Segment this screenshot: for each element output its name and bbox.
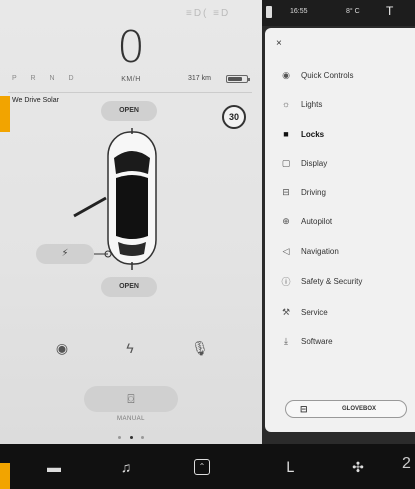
wiper-icon: ⌼ bbox=[127, 392, 135, 406]
menu-item-quick-controls[interactable]: ◉ Quick Controls bbox=[279, 64, 415, 86]
tesla-logo-icon[interactable]: T bbox=[386, 4, 393, 18]
solar-label: We Drive Solar bbox=[12, 97, 59, 104]
menu-item-label: Service bbox=[301, 307, 328, 317]
lock-icon: ■ bbox=[283, 129, 289, 139]
speed-readout: 0 bbox=[117, 22, 145, 73]
charge-port-button[interactable]: ⚡ bbox=[36, 244, 94, 264]
gear-selector: P R N D bbox=[12, 75, 80, 82]
phone-icon[interactable] bbox=[266, 6, 272, 18]
menu-item-driving[interactable]: ⊟ Driving bbox=[279, 181, 415, 203]
wrench-icon: ⚒ bbox=[281, 306, 291, 317]
door-open-indicator bbox=[73, 196, 107, 218]
page-dot-active bbox=[129, 435, 133, 439]
battery-icon bbox=[226, 75, 250, 83]
menu-item-label: Driving bbox=[301, 187, 326, 197]
wiper-mode-label: MANUAL bbox=[116, 416, 145, 422]
range-readout: 317 km bbox=[188, 75, 211, 82]
tesla-screen: ≡D( ≡D 0 KM/H P R N D 317 km We Drive So… bbox=[0, 0, 415, 489]
microphone-icon[interactable]: 🎙 bbox=[190, 340, 210, 357]
navigation-arrow-icon: ◁ bbox=[282, 245, 290, 256]
glovebox-label: GLOVEBOX bbox=[342, 406, 377, 412]
toggle-icon: ◉ bbox=[282, 69, 290, 80]
bolt-icon[interactable]: ϟ bbox=[120, 340, 140, 356]
menu-item-service[interactable]: ⚒ Service bbox=[279, 301, 415, 323]
menu-item-label: Autopilot bbox=[301, 216, 333, 226]
steering-wheel-icon: ⊕ bbox=[282, 215, 290, 226]
status-bar: 16:55 8° C T bbox=[262, 0, 415, 26]
menu-item-autopilot[interactable]: ⊕ Autopilot bbox=[279, 210, 415, 232]
wiper-button[interactable]: ⌼ bbox=[84, 386, 178, 412]
charge-port-connector bbox=[94, 250, 112, 258]
bolt-icon: ⚡ bbox=[61, 248, 69, 259]
menu-item-label: Software bbox=[301, 336, 333, 346]
glovebox-button[interactable]: ⊟ GLOVEBOX bbox=[285, 400, 407, 418]
menu-item-label: Quick Controls bbox=[301, 70, 354, 80]
music-icon[interactable]: ♫ bbox=[114, 459, 138, 475]
divider bbox=[8, 92, 252, 93]
page-indicator bbox=[118, 434, 144, 440]
page-dot bbox=[141, 435, 144, 439]
menu-item-label: Navigation bbox=[301, 246, 339, 256]
info-circle-icon: ⓘ bbox=[281, 276, 291, 287]
menu-item-safety-security[interactable]: ⓘ Safety & Security bbox=[279, 270, 415, 292]
menu-item-label: Safety & Security bbox=[301, 276, 363, 286]
close-icon[interactable]: × bbox=[276, 38, 282, 49]
menu-item-navigation[interactable]: ◁ Navigation bbox=[279, 240, 415, 262]
menu-item-label: Display bbox=[301, 158, 328, 168]
frunk-open-button[interactable]: OPEN bbox=[101, 101, 157, 121]
glovebox-icon: ⊟ bbox=[300, 403, 308, 414]
app-launcher-icon[interactable]: ⌃ bbox=[194, 459, 210, 475]
menu-item-label: Locks bbox=[301, 129, 325, 139]
dashcam-icon[interactable]: ◉ bbox=[52, 340, 72, 357]
temperature-partial[interactable]: 2 bbox=[402, 455, 411, 473]
car-status-panel: ≡D( ≡D 0 KM/H P R N D 317 km We Drive So… bbox=[0, 0, 262, 444]
car-icon[interactable]: ▬ bbox=[42, 459, 66, 475]
seat-heater-icon[interactable]: ᒪ bbox=[278, 459, 302, 476]
menu-item-locks[interactable]: ■ Locks bbox=[279, 123, 415, 145]
battery-fill bbox=[228, 77, 243, 81]
trunk-open-button[interactable]: OPEN bbox=[101, 277, 157, 297]
controls-menu: × ◉ Quick Controls ☼ Lights ■ Locks ▢ Di… bbox=[265, 28, 415, 432]
page-dot bbox=[118, 435, 121, 439]
download-icon: ⤓ bbox=[284, 335, 288, 346]
sun-icon: ☼ bbox=[281, 99, 291, 109]
accent-marker bbox=[0, 96, 10, 132]
menu-item-software[interactable]: ⤓ Software bbox=[279, 330, 415, 352]
headlight-indicators: ≡D( ≡D bbox=[186, 8, 231, 19]
menu-item-label: Lights bbox=[301, 99, 323, 109]
menu-item-display[interactable]: ▢ Display bbox=[279, 152, 415, 174]
speed-limit-sign: 30 bbox=[222, 105, 246, 129]
menu-item-lights[interactable]: ☼ Lights bbox=[279, 93, 415, 115]
car-icon: ⊟ bbox=[282, 186, 290, 197]
outside-temperature: 8° C bbox=[346, 8, 360, 15]
accent-marker bbox=[0, 463, 10, 489]
fan-icon[interactable]: ✣ bbox=[346, 459, 370, 476]
display-icon: ▢ bbox=[281, 157, 291, 168]
clock: 16:55 bbox=[290, 8, 308, 15]
